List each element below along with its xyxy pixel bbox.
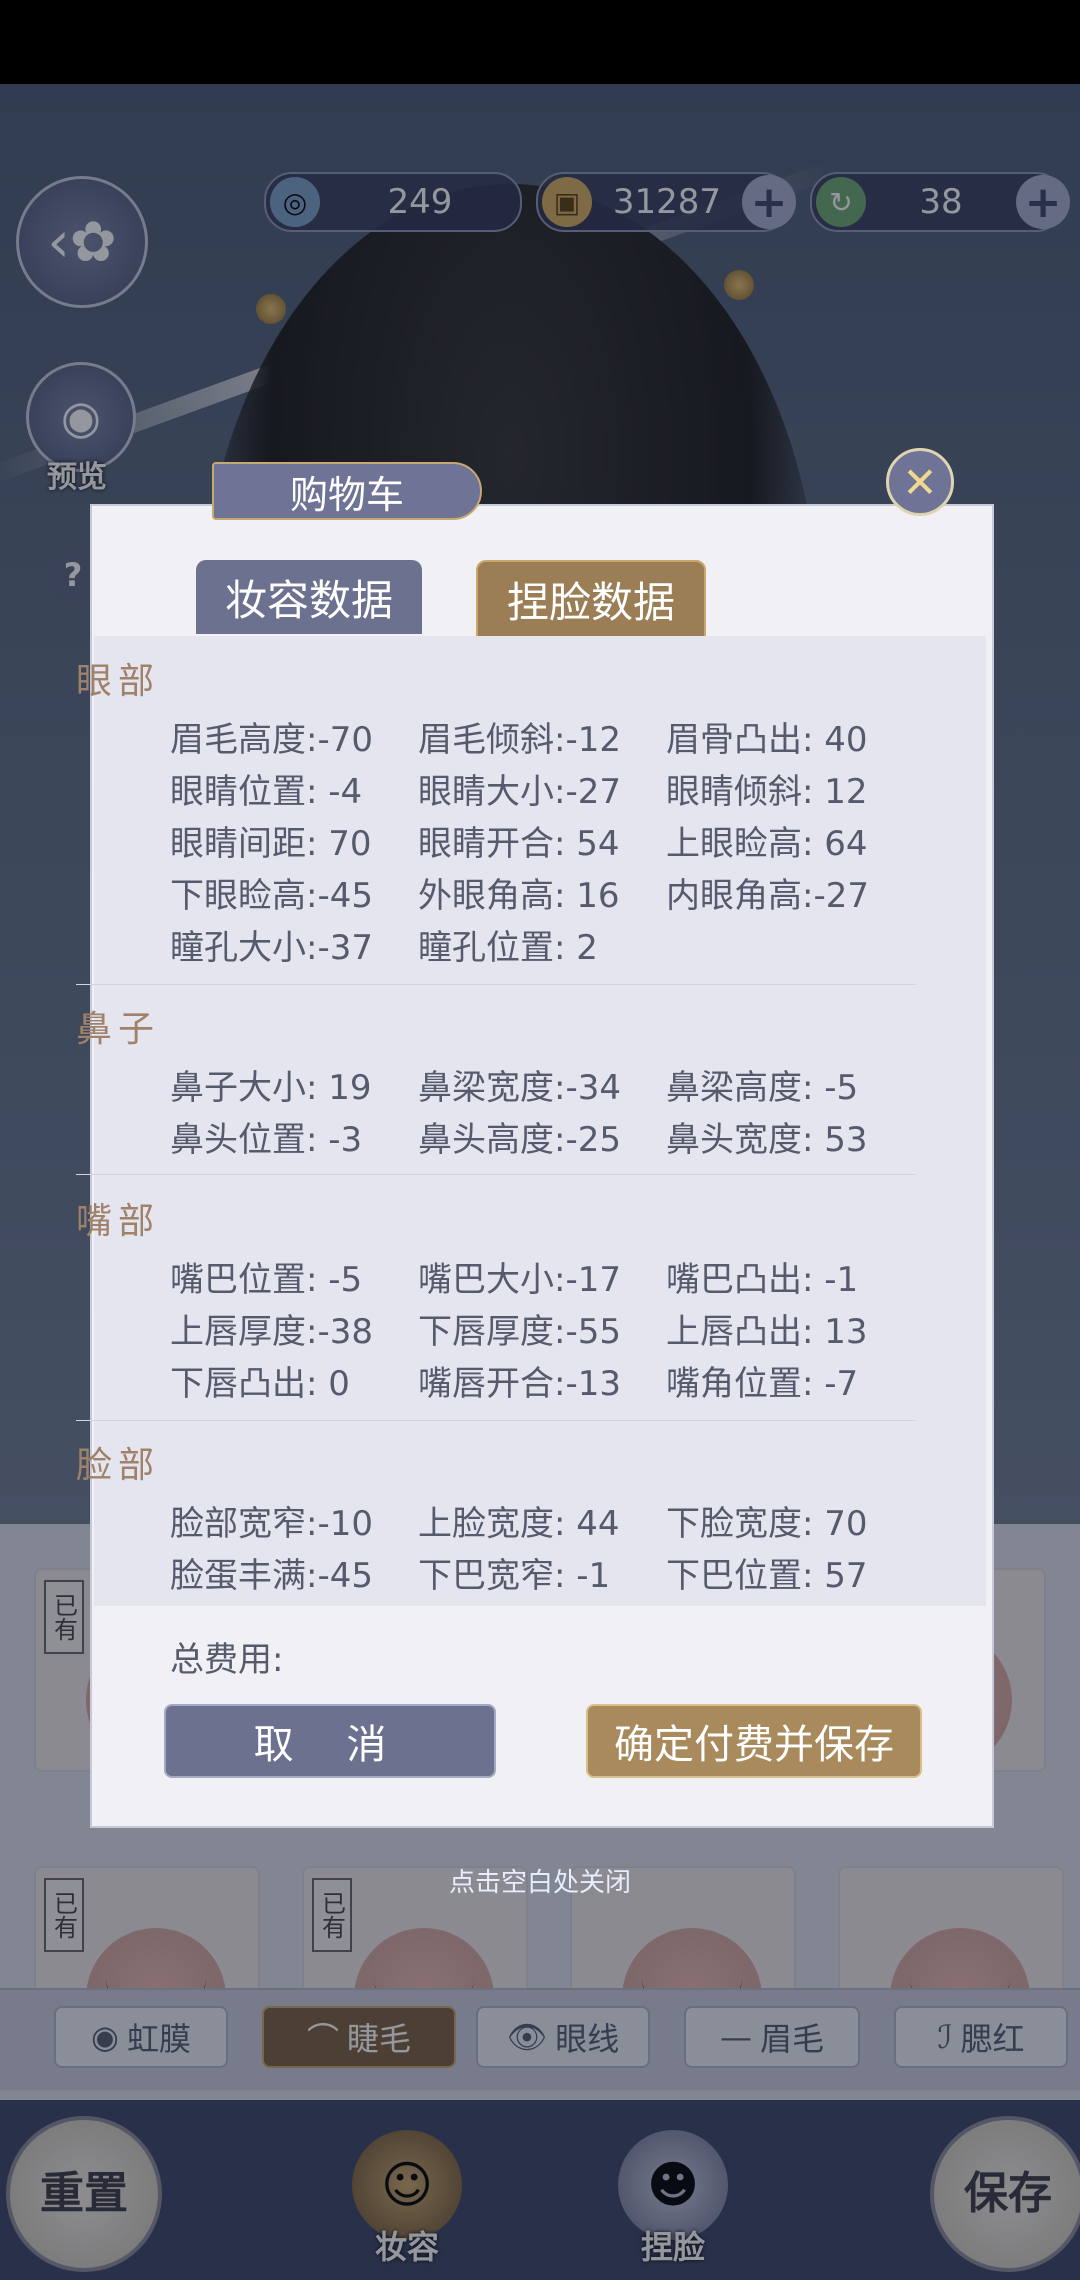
stat-value: 上唇厚度:-38 — [170, 1312, 373, 1352]
stat-value: 脸蛋丰满:-45 — [170, 1556, 373, 1596]
cancel-button[interactable]: 取 消 — [164, 1704, 496, 1778]
stat-value: 瞳孔位置: 2 — [418, 928, 598, 968]
stat-value: 嘴角位置: -7 — [666, 1364, 859, 1404]
stat-value: 瞳孔大小:-37 — [170, 928, 373, 968]
close-button[interactable]: ✕ — [886, 448, 954, 516]
stat-value: 眉毛倾斜:-12 — [418, 720, 621, 760]
stat-value: 鼻子大小: 19 — [170, 1068, 372, 1108]
divider — [76, 984, 916, 985]
stat-value: 鼻头位置: -3 — [170, 1120, 363, 1160]
confirm-pay-save-button[interactable]: 确定付费并保存 — [586, 1704, 922, 1778]
stat-value: 下唇厚度:-55 — [418, 1312, 621, 1352]
divider — [76, 1174, 916, 1175]
stat-value: 眼睛倾斜: 12 — [666, 772, 868, 812]
close-icon: ✕ — [902, 457, 938, 507]
stat-value: 上唇凸出: 13 — [666, 1312, 868, 1352]
stat-value: 外眼角高: 16 — [418, 876, 620, 916]
stat-value: 嘴巴大小:-17 — [418, 1260, 621, 1300]
stat-value: 眼睛开合: 54 — [418, 824, 620, 864]
stat-value: 眼睛位置: -4 — [170, 772, 363, 812]
section-title-eyes: 眼部 — [76, 661, 161, 702]
tab-makeup-data[interactable]: 妆容数据 — [196, 560, 422, 634]
stat-value: 嘴巴凸出: -1 — [666, 1260, 859, 1300]
close-hint: 点击空白处关闭 — [448, 1868, 631, 1898]
stat-value: 眼睛大小:-27 — [418, 772, 621, 812]
section-title-face: 脸部 — [76, 1445, 161, 1486]
stat-value: 上脸宽度: 44 — [418, 1504, 620, 1544]
stat-value: 下唇凸出: 0 — [170, 1364, 350, 1404]
stat-value: 下巴位置: 57 — [666, 1556, 868, 1596]
stat-value: 上眼睑高: 64 — [666, 824, 868, 864]
stat-value: 鼻梁宽度:-34 — [418, 1068, 621, 1108]
status-bar — [0, 0, 1080, 84]
dialog-title: 购物车 — [212, 462, 482, 520]
total-cost-label: 总费用: — [170, 1640, 284, 1680]
tab-face-data[interactable]: 捏脸数据 — [476, 560, 706, 638]
stat-value: 嘴唇开合:-13 — [418, 1364, 621, 1404]
stat-value: 鼻梁高度: -5 — [666, 1068, 859, 1108]
stat-value: 脸部宽窄:-10 — [170, 1504, 373, 1544]
stat-value: 下脸宽度: 70 — [666, 1504, 868, 1544]
stat-value: 下眼睑高:-45 — [170, 876, 373, 916]
stat-value: 内眼角高:-27 — [666, 876, 869, 916]
stat-value: 鼻头宽度: 53 — [666, 1120, 868, 1160]
stat-value: 嘴巴位置: -5 — [170, 1260, 363, 1300]
stat-value: 鼻头高度:-25 — [418, 1120, 621, 1160]
divider — [76, 1420, 916, 1421]
stat-value: 眉毛高度:-70 — [170, 720, 373, 760]
stat-value: 眉骨凸出: 40 — [666, 720, 868, 760]
section-title-nose: 鼻子 — [76, 1009, 161, 1050]
stat-value: 下巴宽窄: -1 — [418, 1556, 611, 1596]
stat-value: 眼睛间距: 70 — [170, 824, 372, 864]
section-title-mouth: 嘴部 — [76, 1201, 161, 1242]
